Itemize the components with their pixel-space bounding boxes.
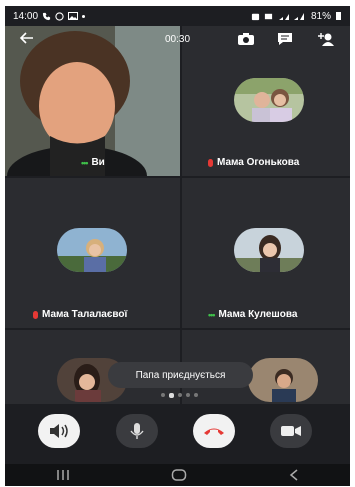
participant-avatar <box>234 228 304 272</box>
call-controls <box>5 404 350 464</box>
page-dot[interactable] <box>178 393 182 397</box>
page-dot[interactable] <box>186 393 190 397</box>
home-icon[interactable] <box>171 469 187 481</box>
status-time: 14:00 <box>13 10 39 22</box>
mute-icon <box>264 13 273 19</box>
whatsapp-icon <box>55 11 64 21</box>
participants-grid: ••• Ви Мама Огонькова Мама Талалаєвої ••… <box>5 26 350 405</box>
participant-avatar <box>234 78 304 122</box>
phone-screen: 14:00 81% ••• Ви Мама Огонькова Мама Тал… <box>5 6 350 486</box>
participant-name: Ви <box>91 157 105 168</box>
participant-name: Мама Талалаєвої <box>42 309 128 320</box>
page-indicator <box>161 393 198 398</box>
participant-name: Мама Огонькова <box>217 157 300 168</box>
speaker-button[interactable] <box>38 414 80 448</box>
video-button[interactable] <box>270 414 312 448</box>
phone-icon <box>42 12 51 20</box>
switch-camera-icon[interactable] <box>237 31 255 47</box>
battery-percent: 81% <box>310 10 331 22</box>
status-bar: 14:00 81% <box>5 6 350 26</box>
mic-muted-icon <box>208 158 213 167</box>
joining-toast: Папа приєднується <box>108 362 253 388</box>
mic-icon <box>130 423 144 439</box>
speaking-indicator-icon: ••• <box>81 157 89 168</box>
end-call-button[interactable] <box>193 414 235 448</box>
participant-label-self: ••• Ви <box>81 157 105 168</box>
android-nav-bar <box>5 464 350 486</box>
battery-icon <box>336 12 341 20</box>
signal-icon <box>278 12 304 20</box>
add-person-icon[interactable] <box>317 31 335 47</box>
back-nav-icon[interactable] <box>289 469 299 481</box>
chat-icon[interactable] <box>276 31 294 47</box>
mic-button[interactable] <box>116 414 158 448</box>
page-dot[interactable] <box>161 393 165 397</box>
notification-dot-icon <box>82 14 86 18</box>
page-dot-active[interactable] <box>169 393 174 398</box>
arrow-left-icon[interactable] <box>19 30 35 46</box>
toast-text: Папа приєднується <box>135 369 226 381</box>
page-dot[interactable] <box>194 393 198 397</box>
speaker-icon <box>50 424 68 438</box>
recent-apps-icon[interactable] <box>56 469 70 481</box>
participant-tile-talalaieva[interactable]: Мама Талалаєвої <box>5 178 180 328</box>
participant-label: Мама Талалаєвої <box>33 309 127 320</box>
participant-label: Мама Огонькова <box>208 157 299 168</box>
gallery-icon <box>68 12 79 20</box>
end-call-icon <box>204 428 224 435</box>
speaking-indicator-icon: ••• <box>208 309 216 320</box>
call-timer: 00:30 <box>165 34 191 45</box>
participant-tile-kuleshova[interactable]: ••• Мама Кулешова <box>182 178 350 328</box>
participant-name: Мама Кулешова <box>218 309 298 320</box>
alarm-icon <box>251 13 260 20</box>
video-camera-icon <box>281 426 301 436</box>
call-top-bar: 00:30 <box>5 28 350 54</box>
participant-label: ••• Мама Кулешова <box>208 309 297 320</box>
mic-muted-icon <box>33 310 38 319</box>
participant-avatar <box>57 228 127 272</box>
participant-avatar <box>248 358 318 402</box>
